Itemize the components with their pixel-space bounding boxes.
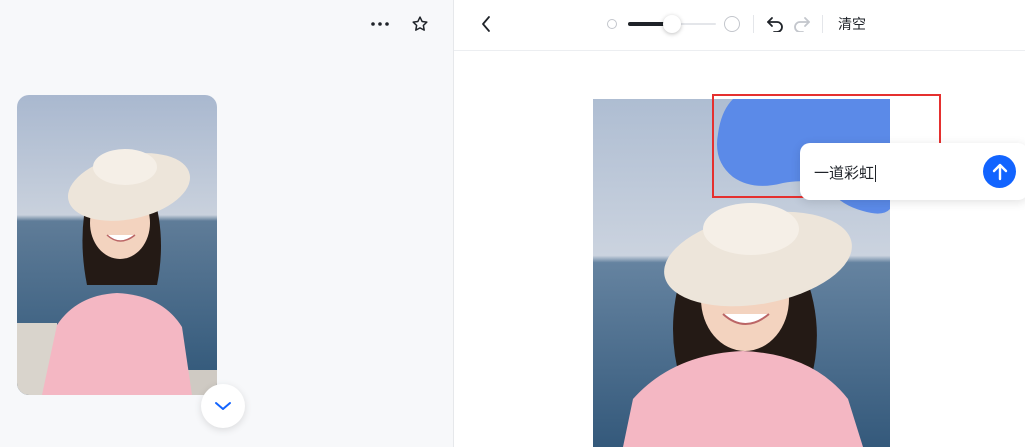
undo-icon [767,17,783,32]
back-button[interactable] [474,12,498,36]
app-window: 清空 一道彩虹 [0,0,1025,447]
brush-size-small-icon [607,19,617,29]
arrow-up-icon [992,163,1007,180]
redo-button[interactable] [791,13,813,35]
send-button[interactable] [983,155,1016,188]
undo-button[interactable] [764,13,786,35]
prompt-text: 一道彩虹 [814,164,875,182]
prompt-bubble: 一道彩虹 [800,143,1025,200]
more-options-button[interactable] [366,12,394,36]
clear-button[interactable]: 清空 [838,14,866,34]
chevron-down-icon [215,402,231,410]
favorite-button[interactable] [407,11,433,37]
more-horizontal-icon [371,22,389,26]
toolbar-separator [822,15,823,33]
prompt-input[interactable]: 一道彩虹 [814,162,974,182]
chevron-left-icon [482,16,490,32]
text-caret [875,165,877,182]
source-image-thumbnail[interactable] [17,95,217,395]
portrait-photo [17,95,217,395]
brush-size-slider[interactable] [628,14,716,34]
scroll-down-button[interactable] [201,384,245,428]
star-icon [412,16,428,31]
toolbar-separator [753,15,754,33]
brush-size-large-icon [724,16,740,32]
editor-panel: 清空 一道彩虹 [454,0,1025,447]
slider-handle[interactable] [663,15,681,33]
left-panel [0,0,454,447]
editor-toolbar: 清空 [454,0,1025,51]
redo-icon [794,17,810,32]
